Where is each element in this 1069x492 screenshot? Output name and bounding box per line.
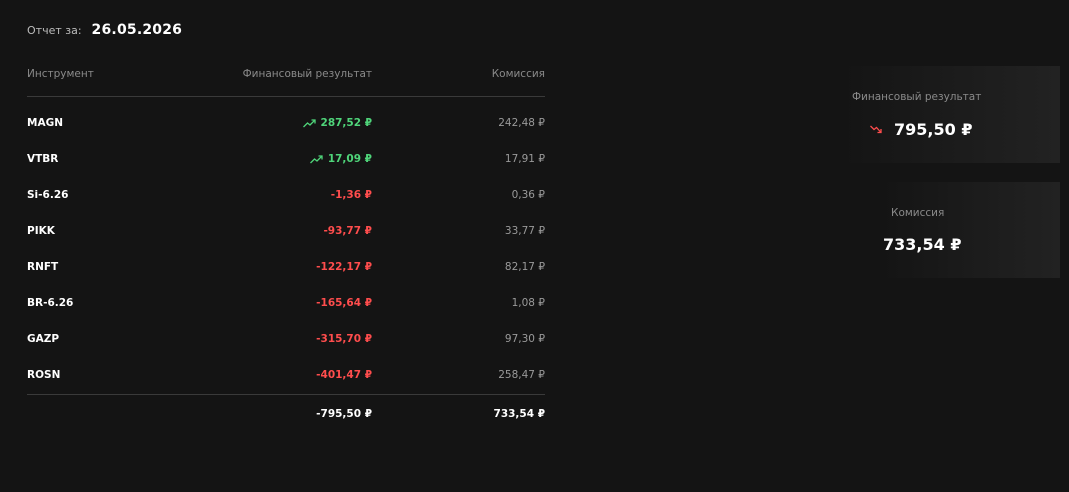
instrument-name: MAGN <box>27 117 63 129</box>
trend-up-icon <box>309 154 323 163</box>
commission-value: 33,77 ₽ <box>504 225 545 237</box>
summary-card-commission: Комиссия 733,54 ₽ <box>880 182 1060 278</box>
summary-commission-label: Комиссия <box>891 207 945 219</box>
report-date: 26.05.2026 <box>91 22 183 38</box>
financial-result: -93,77 ₽ <box>323 225 372 237</box>
financial-result: 17,09 ₽ <box>309 153 372 165</box>
financial-result: -1,36 ₽ <box>331 189 372 201</box>
table-header: Инструмент Финансовый результат Комиссия <box>27 62 545 97</box>
report-header: Отчет за: 26.05.2026 <box>27 22 182 38</box>
commission-value: 17,91 ₽ <box>504 153 545 165</box>
table-row: PIKK -93,77 ₽ 33,77 ₽ <box>27 214 545 250</box>
instrument-name: VTBR <box>27 153 59 165</box>
commission-value: 0,36 ₽ <box>511 189 545 201</box>
financial-result: 287,52 ₽ <box>302 117 372 129</box>
table-row: ROSN -401,47 ₽ 258,47 ₽ <box>27 358 545 394</box>
summary-result-value: 795,50 ₽ <box>894 120 973 139</box>
financial-result: -165,64 ₽ <box>316 297 372 309</box>
financial-result-value: -93,77 ₽ <box>323 225 372 237</box>
total-commission: 733,54 ₽ <box>493 408 545 420</box>
commission-value: 1,08 ₽ <box>511 297 545 309</box>
report-date-label: Отчет за: <box>27 24 82 37</box>
summary-commission-value: 733,54 ₽ <box>883 235 962 254</box>
financial-result: -401,47 ₽ <box>316 369 372 381</box>
column-header-instrument: Инструмент <box>27 68 94 80</box>
financial-result: -315,70 ₽ <box>316 333 372 345</box>
trend-down-icon <box>870 125 882 134</box>
financial-result: -122,17 ₽ <box>316 261 372 273</box>
instrument-name: PIKK <box>27 225 55 237</box>
summary-commission: 733,54 ₽ <box>883 235 961 254</box>
commission-value: 97,30 ₽ <box>504 333 545 345</box>
total-result: -795,50 ₽ <box>316 408 372 420</box>
column-header-result: Финансовый результат <box>242 68 372 80</box>
table-row: RNFT -122,17 ₽ 82,17 ₽ <box>27 250 545 286</box>
table-row: GAZP -315,70 ₽ 97,30 ₽ <box>27 322 545 358</box>
financial-result-value: -401,47 ₽ <box>316 369 372 381</box>
financial-result-value: -315,70 ₽ <box>316 333 372 345</box>
instrument-name: Si-6.26 <box>27 189 69 201</box>
summary-card-result: Финансовый результат 795,50 ₽ <box>840 66 1060 163</box>
report-page: Отчет за: 26.05.2026 Инструмент Финансов… <box>0 0 1069 492</box>
table-row: Si-6.26 -1,36 ₽ 0,36 ₽ <box>27 178 545 214</box>
financial-result-value: -1,36 ₽ <box>330 189 372 201</box>
commission-value: 258,47 ₽ <box>498 369 545 381</box>
table-totals: -795,50 ₽ 733,54 ₽ <box>27 394 545 435</box>
financial-result-value: 287,52 ₽ <box>320 117 372 129</box>
summary-result: 795,50 ₽ <box>870 120 972 139</box>
column-header-commission: Комиссия <box>491 68 545 80</box>
table-row: BR-6.26 -165,64 ₽ 1,08 ₽ <box>27 286 545 322</box>
financial-result-value: -122,17 ₽ <box>316 261 372 273</box>
commission-value: 242,48 ₽ <box>498 117 545 129</box>
instrument-name: ROSN <box>27 369 61 381</box>
commission-value: 82,17 ₽ <box>504 261 545 273</box>
results-table: Инструмент Финансовый результат Комиссия… <box>27 62 545 435</box>
financial-result-value: 17,09 ₽ <box>327 153 372 165</box>
instrument-name: GAZP <box>27 333 60 345</box>
instrument-name: RNFT <box>27 261 59 273</box>
table-body: MAGN 287,52 ₽ 242,48 ₽ VTBR 17,09 ₽ 17,91 ₽ Si… <box>27 106 545 394</box>
trend-up-icon <box>302 118 316 127</box>
table-row: VTBR 17,09 ₽ 17,91 ₽ <box>27 142 545 178</box>
instrument-name: BR-6.26 <box>27 297 74 309</box>
summary-result-label: Финансовый результат <box>852 91 982 103</box>
financial-result-value: -165,64 ₽ <box>316 297 372 309</box>
table-row: MAGN 287,52 ₽ 242,48 ₽ <box>27 106 545 142</box>
